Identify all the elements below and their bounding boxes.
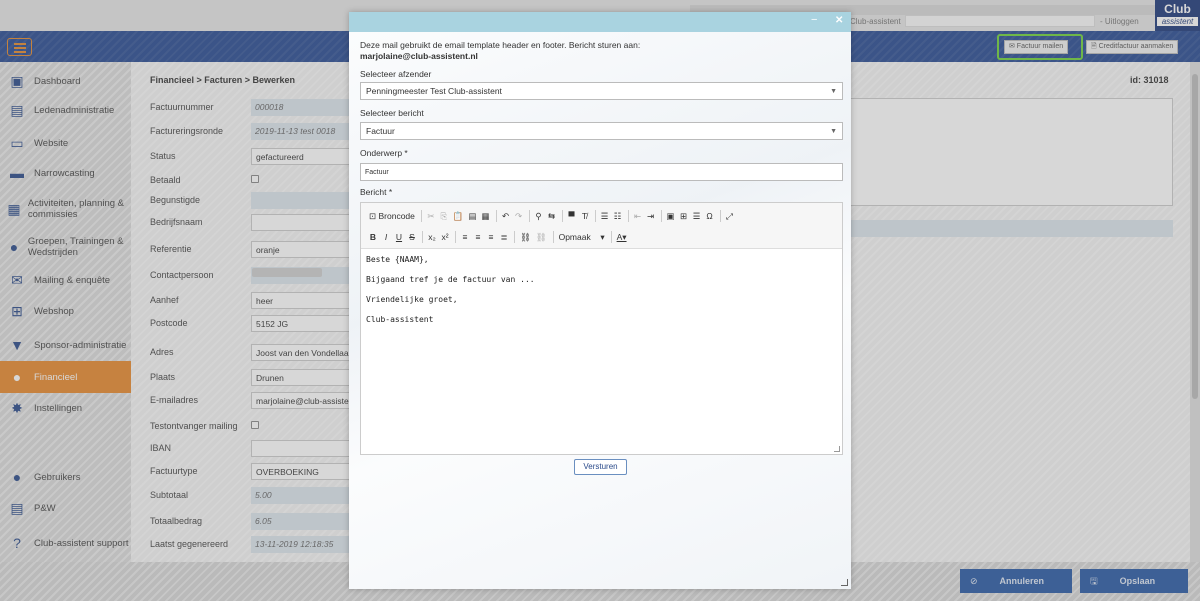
toolbar-divider xyxy=(561,210,563,222)
editor-line: Beste {NAAM}, xyxy=(366,255,429,264)
outdent-icon[interactable]: ⇤ xyxy=(632,209,644,223)
close-icon[interactable]: ✕ xyxy=(835,15,843,26)
message-value: Factuur xyxy=(366,126,395,136)
replace-icon[interactable]: ⇆ xyxy=(546,209,558,223)
toolbar-divider xyxy=(420,210,422,222)
find-icon[interactable]: ⚲ xyxy=(533,209,545,223)
sender-value: Penningmeester Test Club-assistent xyxy=(366,86,502,96)
editor-toolbar: ⊡ Broncode ✂ ⎘ 📋 ▤ ▦ ↶ ↷ ⚲ ⇆ ▀ T̸ ☰ ☷ ⇤ … xyxy=(361,203,842,249)
align-justify-icon[interactable]: ≣ xyxy=(498,230,510,244)
subscript-icon[interactable]: x₂ xyxy=(426,230,438,244)
chevron-down-icon: ▼ xyxy=(830,88,837,95)
toolbar-divider xyxy=(719,210,721,222)
minimize-icon[interactable]: − xyxy=(811,14,817,26)
image-icon[interactable]: ▣ xyxy=(665,209,677,223)
chevron-down-icon: ▾ xyxy=(600,231,605,242)
intro-text: Deze mail gebruikt de email template hea… xyxy=(360,40,640,62)
special-char-icon[interactable]: Ω xyxy=(704,209,716,223)
editor-line: Vriendelijke groet, xyxy=(366,295,458,304)
subject-label: Onderwerp * xyxy=(360,148,408,158)
paste-word-icon[interactable]: ▦ xyxy=(480,209,492,223)
superscript-icon[interactable]: x² xyxy=(439,230,451,244)
toolbar-divider xyxy=(610,231,612,243)
numbered-list-icon[interactable]: ☰ xyxy=(599,209,611,223)
message-label: Selecteer bericht xyxy=(360,108,424,118)
intro-message: Deze mail gebruikt de email template hea… xyxy=(360,40,641,50)
toolbar-divider xyxy=(422,231,423,243)
maximize-icon[interactable]: ⤢ xyxy=(724,209,736,223)
toolbar-divider xyxy=(528,210,530,222)
table-icon[interactable]: ⊞ xyxy=(678,209,690,223)
toolbar-divider xyxy=(455,231,456,243)
text-color-icon[interactable]: A▾ xyxy=(615,230,629,244)
chevron-down-icon: ▼ xyxy=(830,128,837,135)
toolbar-divider xyxy=(552,231,554,243)
toolbar-divider xyxy=(627,210,629,222)
sender-select[interactable]: Penningmeester Test Club-assistent ▼ xyxy=(360,82,843,100)
link-icon[interactable]: ⛓ xyxy=(518,230,533,244)
underline-icon[interactable]: U xyxy=(393,230,405,244)
source-button[interactable]: ⊡ Broncode xyxy=(367,209,417,223)
format-dropdown[interactable]: Opmaak ▾ xyxy=(557,230,607,244)
toolbar-divider xyxy=(514,231,515,243)
toolbar-divider xyxy=(495,210,497,222)
send-button[interactable]: Versturen xyxy=(574,459,627,475)
indent-icon[interactable]: ⇥ xyxy=(645,209,657,223)
message-select[interactable]: Factuur ▼ xyxy=(360,122,843,140)
toolbar-divider xyxy=(660,210,662,222)
format-paint-icon[interactable]: ▀ xyxy=(566,209,578,223)
body-label: Bericht * xyxy=(360,187,393,197)
subject-input[interactable]: Factuur xyxy=(360,163,843,181)
italic-icon[interactable]: I xyxy=(380,230,392,244)
dialog-titlebar: − ✕ xyxy=(349,12,851,32)
bulleted-list-icon[interactable]: ☷ xyxy=(612,209,624,223)
paste-icon[interactable]: 📋 xyxy=(451,209,466,223)
rich-text-editor: ⊡ Broncode ✂ ⎘ 📋 ▤ ▦ ↶ ↷ ⚲ ⇆ ▀ T̸ ☰ ☷ ⇤ … xyxy=(360,202,843,455)
redo-icon[interactable]: ↷ xyxy=(513,209,525,223)
cut-icon[interactable]: ✂ xyxy=(425,209,437,223)
toolbar-divider xyxy=(594,210,596,222)
editor-resize-handle[interactable] xyxy=(834,446,840,452)
format-label: Opmaak xyxy=(558,232,591,242)
align-left-icon[interactable]: ≡ xyxy=(459,230,471,244)
horizontal-line-icon[interactable]: ☰ xyxy=(691,209,703,223)
source-icon: ⊡ xyxy=(369,210,379,221)
recipient-email: marjolaine@club-assistent.nl xyxy=(360,51,478,61)
source-label: Broncode xyxy=(378,211,415,221)
bold-icon[interactable]: B xyxy=(367,230,379,244)
strikethrough-icon[interactable]: S xyxy=(406,230,418,244)
align-right-icon[interactable]: ≡ xyxy=(485,230,497,244)
copy-icon[interactable]: ⎘ xyxy=(438,209,450,223)
dialog-resize-handle[interactable] xyxy=(841,579,848,586)
mail-invoice-dialog: − ✕ Deze mail gebruikt de email template… xyxy=(349,12,851,589)
editor-line: Bijgaand tref je de factuur van ... xyxy=(366,275,535,284)
align-center-icon[interactable]: ≡ xyxy=(472,230,484,244)
clear-format-icon[interactable]: T̸ xyxy=(579,209,591,223)
editor-line: Club-assistent xyxy=(366,315,434,324)
unlink-icon[interactable]: ⛓ xyxy=(534,230,549,244)
editor-content[interactable]: Beste {NAAM}, Bijgaand tref je de factuur… xyxy=(366,255,836,335)
sender-label: Selecteer afzender xyxy=(360,69,432,79)
undo-icon[interactable]: ↶ xyxy=(500,209,512,223)
paste-text-icon[interactable]: ▤ xyxy=(466,209,478,223)
